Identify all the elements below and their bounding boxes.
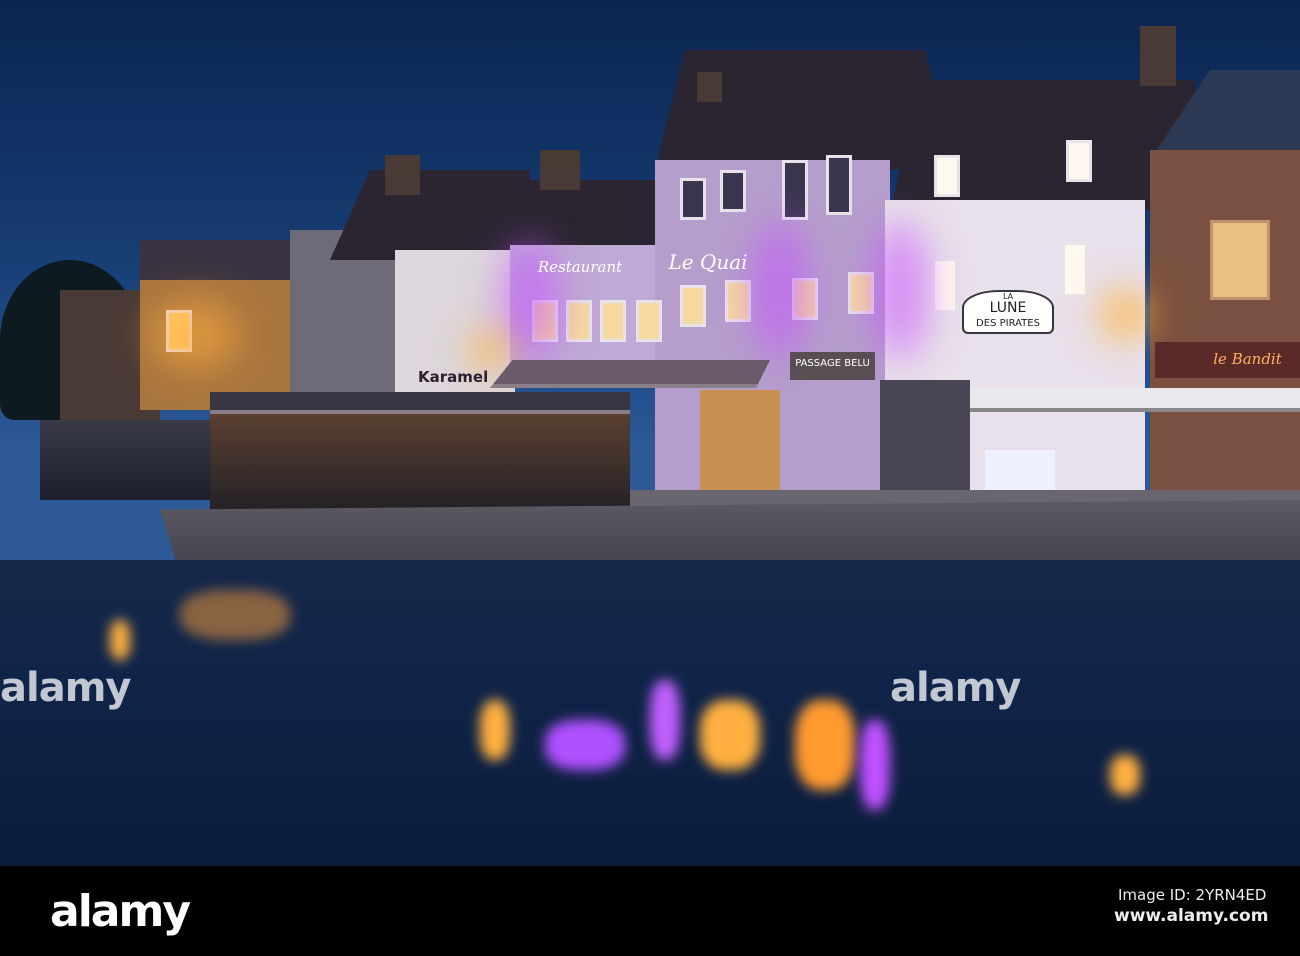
sign-karamel: Karamel: [418, 368, 489, 386]
railing: [40, 420, 210, 500]
reflection: [110, 620, 130, 660]
chimney: [697, 72, 722, 102]
reflection: [700, 700, 760, 770]
alamy-url: www.alamy.com: [1114, 906, 1269, 926]
reflection: [480, 700, 510, 760]
awning: [965, 388, 1300, 412]
lamp-glow: [1100, 290, 1150, 340]
building-brick: [1150, 150, 1300, 510]
window: [680, 178, 706, 220]
watermark: alamy: [0, 665, 131, 711]
sign-lune: LUNE: [989, 300, 1027, 316]
neon-glow: [870, 220, 930, 360]
window: [566, 300, 592, 342]
chimney: [385, 155, 420, 195]
lamp-glow: [150, 300, 240, 370]
reflection: [650, 680, 680, 760]
window: [600, 300, 626, 342]
storefront: [700, 390, 780, 490]
sign-le-quai: Le Quai: [668, 250, 748, 274]
image-id: Image ID: 2YRN4ED: [1118, 886, 1267, 904]
reflection: [180, 590, 290, 640]
sign-passage-belu: PASSAGE BELU: [795, 358, 870, 369]
watermark: alamy: [890, 665, 1021, 711]
chimney: [1140, 26, 1176, 86]
window: [636, 300, 662, 342]
window: [1210, 220, 1270, 300]
reflection: [1110, 755, 1140, 795]
reflection: [860, 720, 890, 810]
window: [826, 155, 852, 215]
sign-restaurant: Restaurant: [537, 258, 623, 276]
window: [720, 170, 746, 212]
lamp-glow: [470, 330, 510, 370]
window: [782, 160, 808, 220]
alamy-logo: alamy: [50, 886, 191, 937]
window: [725, 280, 751, 322]
reflection: [795, 700, 855, 790]
roof: [330, 170, 530, 260]
sign-le-bandit: le Bandit: [1213, 350, 1282, 368]
window: [1062, 242, 1088, 297]
storefront: [880, 380, 970, 495]
neon-glow: [750, 220, 810, 360]
window: [680, 285, 706, 327]
footer-bar: alamy Image ID: 2YRN4ED www.alamy.com: [0, 866, 1300, 956]
window: [934, 155, 960, 197]
sign-des-pirates: DES PIRATES: [976, 318, 1040, 329]
awning: [490, 360, 770, 388]
photo: Restaurant Le Quai Karamel PASSAGE BELU …: [0, 0, 1300, 866]
chimney: [540, 150, 580, 190]
window: [932, 258, 958, 313]
reflection: [545, 720, 625, 770]
window: [1066, 140, 1092, 182]
awning: [210, 392, 630, 414]
